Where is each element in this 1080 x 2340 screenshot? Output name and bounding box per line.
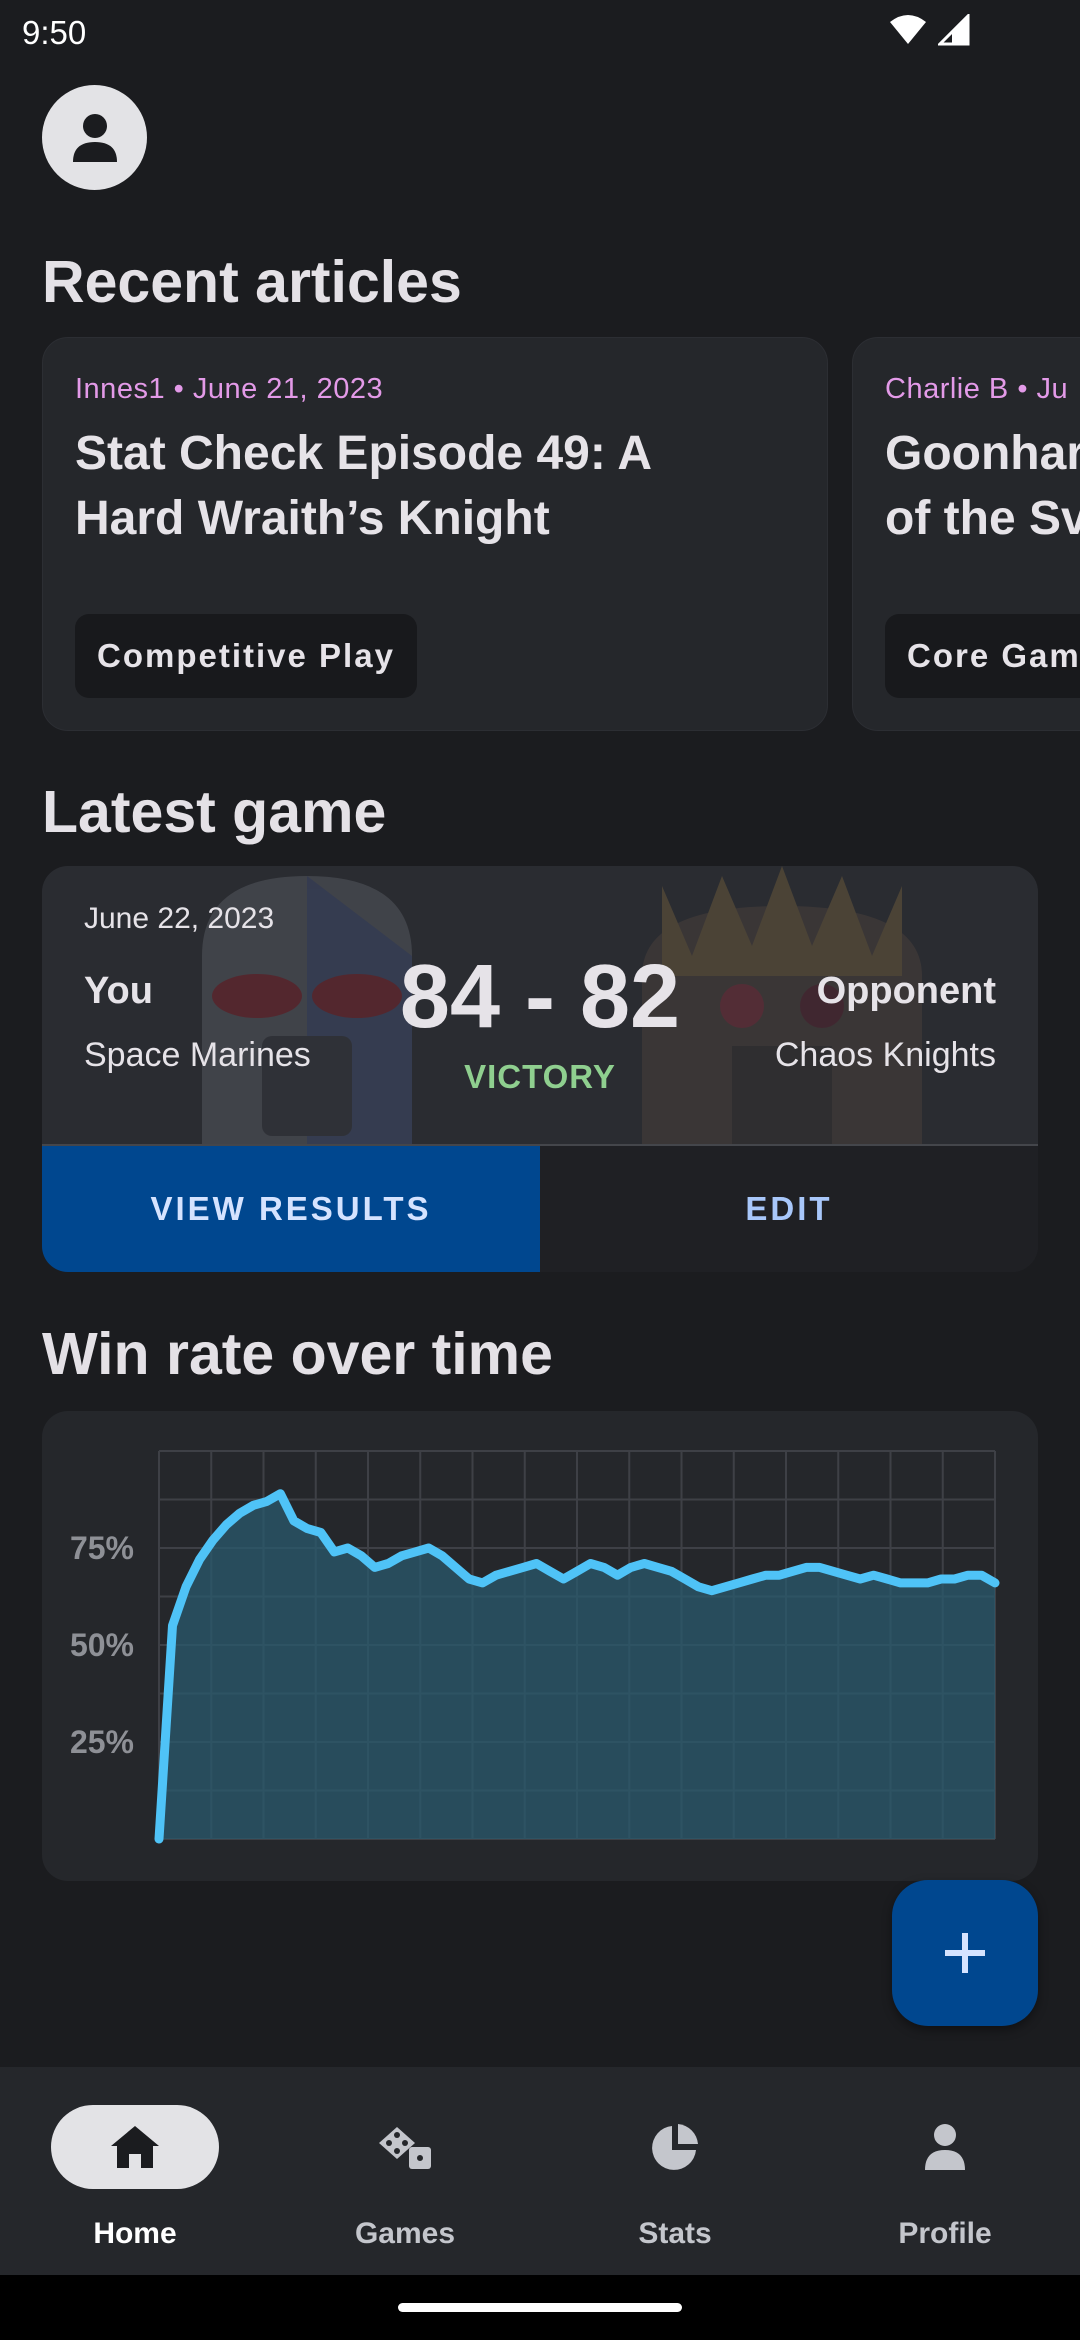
- pie-chart-icon: [652, 2124, 698, 2170]
- avatar[interactable]: [42, 85, 147, 190]
- nav-icon-container: [861, 2105, 1029, 2189]
- section-title-latest-game: Latest game: [42, 779, 387, 845]
- add-game-fab[interactable]: [892, 1880, 1038, 2026]
- nav-active-indicator: [51, 2105, 219, 2189]
- article-meta: Charlie B • Ju: [885, 373, 1069, 405]
- section-title-win-rate: Win rate over time: [42, 1321, 553, 1387]
- person-icon: [925, 2124, 965, 2170]
- home-icon: [111, 2126, 159, 2168]
- win-rate-chart-card: 75% 50% 25%: [42, 1411, 1038, 1881]
- view-results-button[interactable]: VIEW RESULTS: [42, 1146, 540, 1272]
- win-rate-chart: 75% 50% 25%: [70, 1450, 1000, 1844]
- wifi-icon: [890, 15, 926, 44]
- status-time: 9:50: [22, 14, 87, 51]
- chart-y-tick-label: 75%: [70, 1530, 134, 1566]
- nav-label: Profile: [898, 2217, 992, 2250]
- article-card[interactable]: Charlie B • Ju Goonhar of the Sv Core Ga…: [852, 337, 1080, 731]
- article-meta: Innes1 • June 21, 2023: [75, 373, 384, 405]
- article-card[interactable]: Innes1 • June 21, 2023 Stat Check Episod…: [42, 337, 828, 731]
- nav-icon-container: [321, 2105, 489, 2189]
- article-title: Goonhar of the Sv: [885, 427, 1080, 545]
- latest-game-card: June 22, 2023 You Space Marines 84 - 82 …: [42, 866, 1038, 1272]
- chart-y-tick-label: 25%: [70, 1724, 134, 1760]
- person-icon: [72, 113, 117, 162]
- chart-y-tick-label: 50%: [70, 1627, 134, 1663]
- nav-label: Stats: [638, 2217, 712, 2250]
- home-indicator[interactable]: [398, 2303, 682, 2312]
- nav-item-home[interactable]: Home: [0, 2067, 270, 2275]
- game-summary: June 22, 2023 You Space Marines 84 - 82 …: [42, 866, 1038, 1144]
- status-icons: [888, 14, 970, 46]
- status-bar: 9:50: [0, 0, 1080, 66]
- nav-label: Home: [93, 2217, 177, 2250]
- plus-icon: [945, 1933, 985, 1973]
- article-tag-chip[interactable]: Core Gam: [885, 614, 1080, 698]
- game-date: June 22, 2023: [84, 902, 275, 935]
- section-title-recent-articles: Recent articles: [42, 249, 462, 315]
- cell-signal-icon: [938, 14, 970, 46]
- article-tag-chip[interactable]: Competitive Play: [75, 614, 417, 698]
- dice-icon: [379, 2127, 431, 2169]
- article-title: Stat Check Episode 49: A Hard Wraith’s K…: [75, 427, 653, 545]
- opponent-label: Opponent: [816, 970, 996, 1012]
- nav-item-games[interactable]: Games: [270, 2067, 540, 2275]
- nav-icon-container: [591, 2105, 759, 2189]
- nav-item-profile[interactable]: Profile: [810, 2067, 1080, 2275]
- articles-carousel[interactable]: Innes1 • June 21, 2023 Stat Check Episod…: [42, 337, 1080, 731]
- bottom-navigation: Home Games Stats Profile: [0, 2067, 1080, 2275]
- nav-label: Games: [354, 2217, 456, 2250]
- nav-item-stats[interactable]: Stats: [540, 2067, 810, 2275]
- edit-game-button[interactable]: EDIT: [540, 1146, 1038, 1272]
- opponent-faction: Chaos Knights: [774, 1036, 996, 1074]
